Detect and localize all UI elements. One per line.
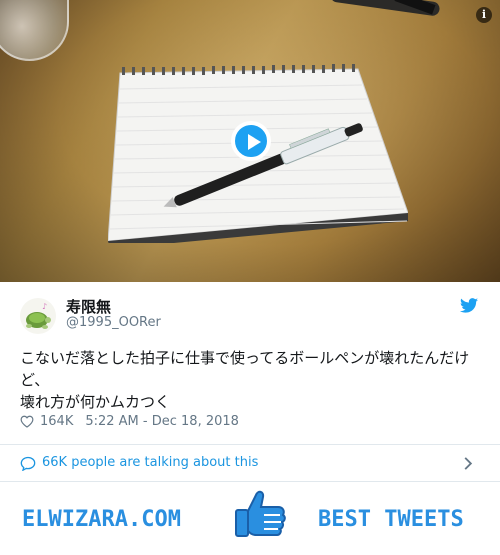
info-icon[interactable]: i bbox=[476, 7, 492, 23]
thumbs-up-icon bbox=[235, 490, 286, 537]
tweet-meta: 164K 5:22 AM - Dec 18, 2018 bbox=[20, 414, 239, 429]
display-name[interactable]: 寿限無 bbox=[66, 296, 111, 317]
talking-about-row[interactable]: 66K people are talking about this bbox=[0, 445, 500, 481]
avatar[interactable]: ♪ bbox=[20, 298, 56, 334]
promo-banner[interactable]: ELWIZARA.COM BEST TWEETS bbox=[0, 482, 500, 555]
svg-text:♪: ♪ bbox=[42, 302, 47, 311]
comment-bubble-icon bbox=[20, 456, 36, 471]
talking-about-link[interactable]: 66K people are talking about this bbox=[42, 455, 258, 470]
tweet-text: こないだ落とした拍子に仕事で使ってるボールペンが壊れたんだけど、 壊れ方が何かム… bbox=[20, 349, 470, 411]
chevron-right-icon[interactable] bbox=[463, 456, 473, 471]
banner-site-name[interactable]: ELWIZARA.COM bbox=[22, 507, 181, 532]
heart-icon[interactable] bbox=[20, 415, 34, 428]
timestamp[interactable]: 5:22 AM - Dec 18, 2018 bbox=[85, 414, 239, 429]
user-handle[interactable]: @1995_OORer bbox=[66, 315, 161, 330]
tweet-media[interactable]: i bbox=[0, 0, 500, 282]
turtle-icon: ♪ bbox=[26, 302, 51, 329]
like-count[interactable]: 164K bbox=[40, 414, 73, 429]
play-icon[interactable] bbox=[231, 121, 271, 161]
banner-tagline[interactable]: BEST TWEETS bbox=[318, 507, 464, 532]
twitter-bird-icon[interactable] bbox=[460, 298, 478, 313]
